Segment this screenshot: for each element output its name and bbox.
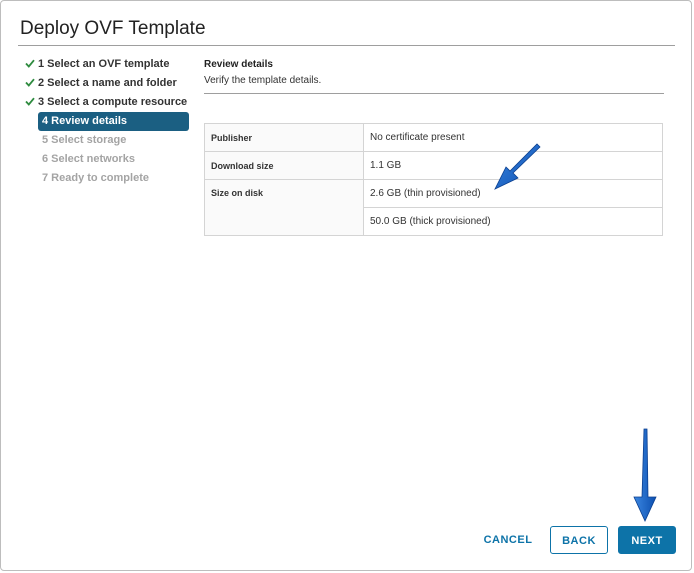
step-select-name-folder[interactable]: 2 Select a name and folder (25, 74, 191, 93)
table-row: Download size 1.1 GB (204, 151, 663, 180)
cancel-button[interactable]: CANCEL (477, 526, 539, 554)
step-select-networks: 6 Select networks (25, 150, 191, 169)
size-on-disk-thick-value: 50.0 GB (thick provisioned) (363, 207, 663, 236)
step-ready-to-complete: 7 Ready to complete (25, 169, 191, 188)
annotation-arrow-icon (633, 428, 657, 522)
download-size-value: 1.1 GB (363, 151, 663, 180)
check-icon (25, 74, 38, 93)
download-size-label: Download size (204, 151, 364, 180)
step-review-details[interactable]: 4 Review details (38, 112, 189, 131)
step-label: 4 Review details (42, 115, 127, 127)
dialog-title: Deploy OVF Template (20, 18, 206, 39)
review-details-panel: Review details Verify the template detai… (204, 59, 664, 236)
step-label: 2 Select a name and folder (38, 77, 177, 89)
size-on-disk-thin-value: 2.6 GB (thin provisioned) (363, 179, 663, 208)
deploy-ovf-dialog: Deploy OVF Template 1 Select an OVF temp… (0, 0, 692, 571)
step-label: 7 Ready to complete (42, 172, 149, 184)
table-row: Publisher No certificate present (204, 123, 663, 152)
publisher-value: No certificate present (363, 123, 663, 152)
size-on-disk-label: Size on disk (204, 179, 364, 236)
wizard-steps: 1 Select an OVF template 2 Select a name… (25, 55, 191, 188)
next-button[interactable]: NEXT (618, 526, 676, 554)
step-select-storage: 5 Select storage (25, 131, 191, 150)
section-heading: Review details (204, 59, 273, 70)
step-label: 3 Select a compute resource (38, 96, 188, 108)
title-divider (18, 45, 675, 46)
check-icon (25, 55, 38, 74)
step-label: 1 Select an OVF template (38, 58, 170, 70)
step-select-ovf-template[interactable]: 1 Select an OVF template (25, 55, 191, 74)
step-label: 6 Select networks (42, 153, 135, 165)
back-button[interactable]: BACK (550, 526, 608, 554)
check-icon (25, 93, 38, 112)
step-select-compute-resource[interactable]: 3 Select a compute resource (25, 93, 191, 112)
step-label: 5 Select storage (42, 134, 127, 146)
table-row: Size on disk 2.6 GB (thin provisioned) (204, 179, 663, 236)
details-table: Publisher No certificate present Downloa… (204, 123, 663, 236)
publisher-label: Publisher (204, 123, 364, 152)
content-divider (204, 93, 664, 94)
section-subheading: Verify the template details. (204, 75, 322, 86)
